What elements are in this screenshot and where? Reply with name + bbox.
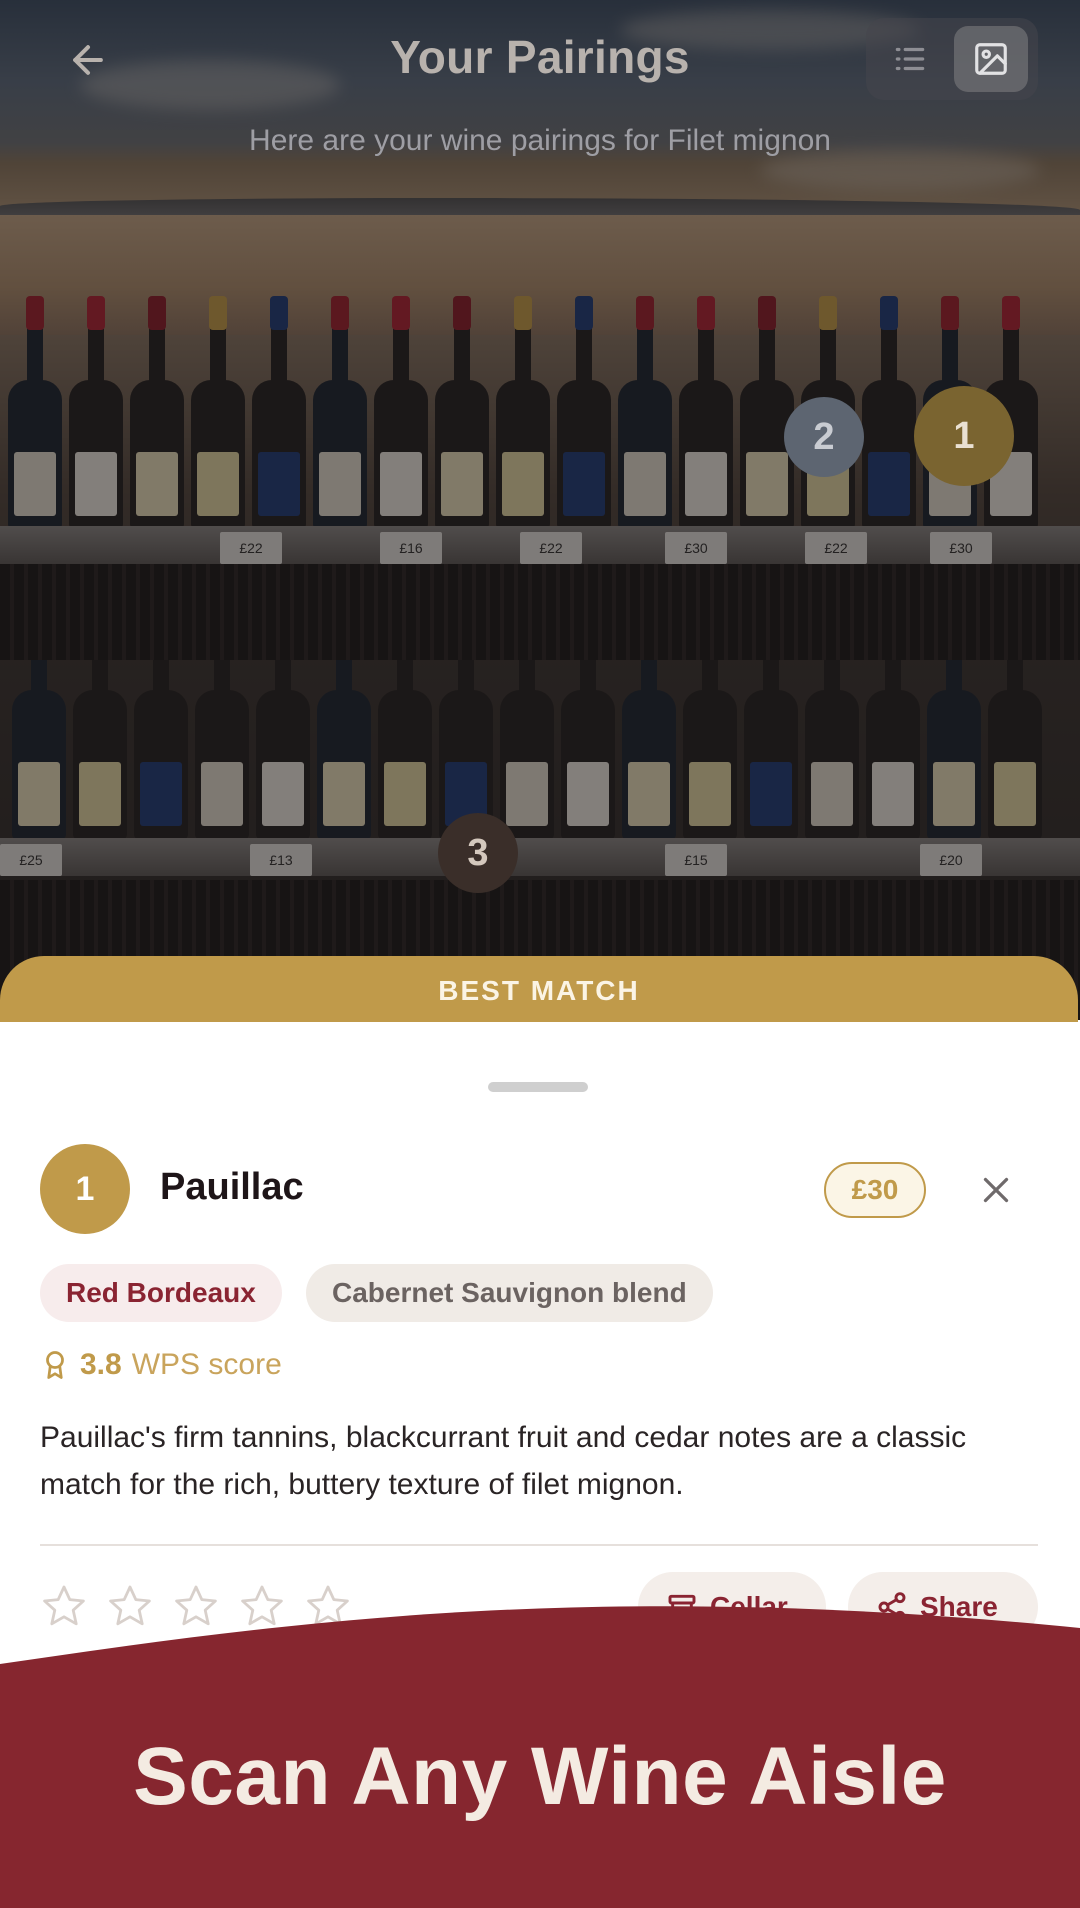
view-toggle bbox=[866, 18, 1038, 100]
drag-handle[interactable] bbox=[488, 1082, 588, 1092]
wine-marker-3[interactable]: 3 bbox=[438, 813, 518, 893]
list-icon bbox=[895, 47, 925, 71]
wine-marker-2[interactable]: 2 bbox=[784, 397, 864, 477]
wps-score: 3.8 WPS score bbox=[40, 1344, 282, 1386]
price-badge: £30 bbox=[824, 1162, 926, 1218]
close-icon bbox=[983, 1177, 1009, 1203]
score-label: WPS score bbox=[131, 1348, 282, 1381]
wine-name: Pauillac bbox=[160, 1166, 304, 1208]
wine-marker-1[interactable]: 1 bbox=[914, 386, 1014, 486]
promo-banner: Scan Any Wine Aisle bbox=[0, 1600, 1080, 1908]
close-button[interactable] bbox=[968, 1162, 1024, 1218]
promo-headline: Scan Any Wine Aisle bbox=[133, 1731, 947, 1822]
pairing-description: Pauillac's firm tannins, blackcurrant fr… bbox=[40, 1421, 967, 1501]
rank-badge: 1 bbox=[40, 1144, 130, 1234]
image-view-button[interactable] bbox=[954, 26, 1028, 92]
best-match-ribbon: BEST MATCH bbox=[0, 956, 1078, 1026]
divider bbox=[40, 1544, 1038, 1546]
score-value: 3.8 bbox=[80, 1348, 122, 1381]
grape-variety-tag: Cabernet Sauvignon blend bbox=[306, 1264, 713, 1322]
image-icon bbox=[975, 43, 1007, 75]
page-subtitle: Here are your wine pairings for Filet mi… bbox=[249, 124, 831, 157]
wine-region-tag: Red Bordeaux bbox=[40, 1264, 282, 1322]
award-icon bbox=[46, 1351, 64, 1379]
list-view-button[interactable] bbox=[880, 29, 940, 89]
